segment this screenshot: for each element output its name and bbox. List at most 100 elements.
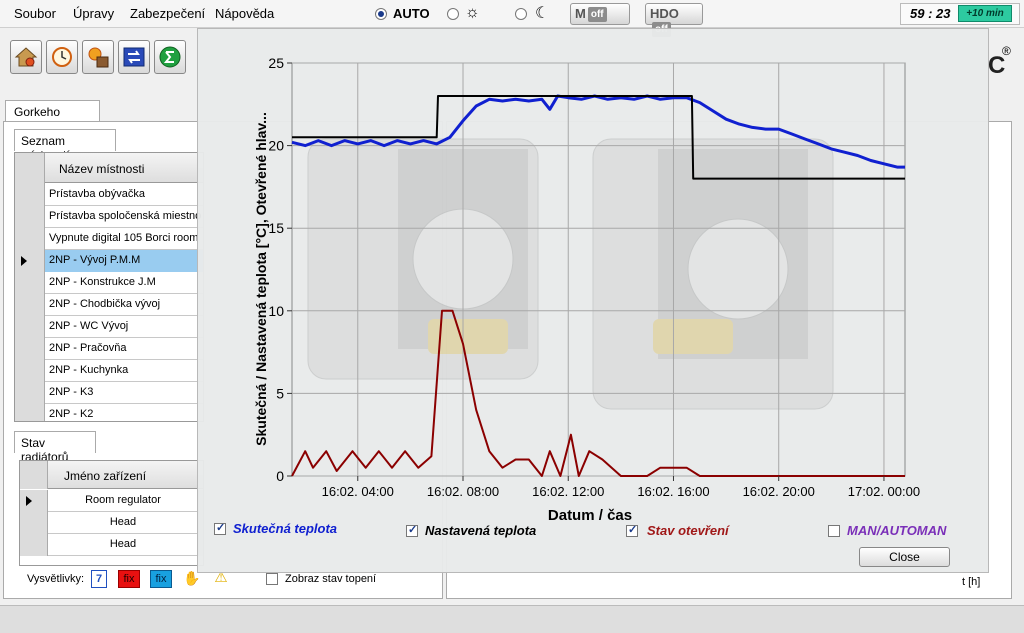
- tab-rooms-list[interactable]: Seznam místností: [14, 129, 116, 162]
- row-indicator: [15, 360, 45, 382]
- row-indicator: [15, 206, 45, 228]
- room-name: 2NP - Chodbička vývoj: [49, 298, 161, 310]
- devices-table: Jméno zařízení Room regulator Head Head: [19, 460, 204, 566]
- room-row[interactable]: 2NP - Pračovňa: [15, 338, 203, 360]
- man-toggle-letter: M: [575, 6, 586, 21]
- moon-icon: ☾: [535, 5, 550, 22]
- mode-moon-radio[interactable]: [515, 8, 527, 20]
- chart-dialog: 0 5 10 15 20 25 16:02. 04:00 16:02. 08:00 16:02.…: [197, 28, 989, 573]
- row-indicator: [15, 228, 45, 250]
- room-name: 2NP - Vývoj P.M.M: [49, 254, 141, 266]
- row-indicator: [15, 338, 45, 360]
- temperature-chart: 0 5 10 15 20 25 16:02. 04:00 16:02. 08:00 16:02.…: [253, 55, 920, 524]
- y-tick-label: 5: [276, 385, 284, 401]
- menu-upravy[interactable]: Úpravy: [73, 6, 114, 21]
- room-row[interactable]: Vypnute digital 105 Borci room: [15, 228, 203, 250]
- series-actual-temp-checkbox[interactable]: [214, 521, 226, 535]
- y-tick-label: 25: [268, 55, 284, 71]
- room-name: 2NP - K3: [49, 386, 94, 398]
- header-corner: [20, 461, 48, 489]
- current-row-arrow-icon: [26, 496, 32, 506]
- sun-icon: ☼: [465, 4, 480, 21]
- room-row[interactable]: 2NP - WC Vývoj: [15, 316, 203, 338]
- row-indicator: [20, 534, 48, 556]
- row-indicator: [15, 272, 45, 294]
- y-tick-label: 0: [276, 468, 284, 484]
- menu-soubor[interactable]: Soubor: [14, 6, 56, 21]
- status-bar: [0, 605, 1024, 633]
- man-toggle[interactable]: Moff: [570, 3, 630, 25]
- header-corner: [15, 153, 45, 183]
- fix-blue-icon: fix: [150, 570, 172, 588]
- rooms-table-header: Název místnosti: [15, 153, 203, 183]
- timer-button[interactable]: [46, 40, 78, 74]
- calendar-7-icon: 7: [91, 570, 107, 588]
- room-row[interactable]: Prístavba spoločenská miestno: [15, 206, 203, 228]
- time-axis-label: t [h]: [962, 576, 981, 588]
- series-man-auto-checkbox[interactable]: [828, 525, 840, 537]
- mode-sun-radio[interactable]: [447, 8, 459, 20]
- devices-column-name: Jméno zařízení: [64, 469, 147, 483]
- room-name: Prístavba spoločenská miestno: [49, 210, 202, 222]
- row-indicator: [15, 294, 45, 316]
- x-tick-label: 16:02. 04:00: [322, 484, 394, 499]
- sum-button[interactable]: [154, 40, 186, 74]
- man-toggle-state: off: [587, 7, 607, 23]
- brand-registered-mark: ®: [1002, 44, 1011, 58]
- show-heating-label: Zobraz stav topení: [285, 573, 377, 585]
- sync-button[interactable]: [118, 40, 150, 74]
- row-indicator: [15, 250, 45, 272]
- add-10-min-button[interactable]: +10 min: [958, 5, 1012, 22]
- series-man-auto-label: MAN/AUTOMAN: [847, 523, 947, 538]
- mode-auto-radio[interactable]: [375, 8, 387, 20]
- row-indicator: [15, 316, 45, 338]
- row-indicator: [15, 404, 45, 421]
- clock: 59 : 23: [910, 6, 951, 21]
- hdo-toggle[interactable]: HDOoff: [645, 3, 703, 38]
- series-actual-temp-label: Skutečná teplota: [233, 521, 338, 536]
- menu-napoveda[interactable]: Nápověda: [215, 6, 274, 21]
- room-name: 2NP - K2: [49, 408, 94, 420]
- weather-button[interactable]: [82, 40, 114, 74]
- y-tick-label: 20: [268, 138, 284, 154]
- room-row[interactable]: 2NP - K2: [15, 404, 203, 421]
- close-button[interactable]: Close: [859, 547, 950, 567]
- show-heating-checkbox[interactable]: [266, 573, 278, 585]
- menu-zabezpeceni[interactable]: Zabezpečení: [130, 6, 205, 21]
- series-set-temp-checkbox[interactable]: [406, 523, 418, 537]
- device-row[interactable]: Room regulator: [20, 490, 203, 512]
- house-gear-icon: [14, 47, 38, 67]
- room-name: 2NP - Pračovňa: [49, 342, 127, 354]
- tab-gorkeho-skalica[interactable]: Gorkeho Skalica: [5, 100, 100, 133]
- menu-bar: Soubor Úpravy Zabezpečení Nápověda AUTO …: [0, 0, 1024, 38]
- device-name: Head: [109, 516, 137, 528]
- room-row[interactable]: 2NP - Kuchynka: [15, 360, 203, 382]
- x-tick-label: 16:02. 20:00: [743, 484, 815, 499]
- house-settings-button[interactable]: [10, 40, 42, 74]
- series-open-state-checkbox[interactable]: [626, 523, 638, 537]
- x-axis-title: Datum / čas: [548, 507, 632, 524]
- sun-house-icon: [88, 47, 109, 68]
- room-row[interactable]: 2NP - K3: [15, 382, 203, 404]
- fix-red-icon: fix: [118, 570, 140, 588]
- current-row-arrow-icon: [21, 256, 27, 266]
- room-name: Vypnute digital 105 Borci room: [49, 232, 199, 244]
- room-row[interactable]: Prístavba obývačka: [15, 184, 203, 206]
- tab-radiator-status[interactable]: Stav radiátorů: [14, 431, 96, 464]
- rooms-column-name: Název místnosti: [59, 162, 145, 176]
- series-open-state-label: Stav otevření: [647, 523, 729, 538]
- room-name: 2NP - Kuchynka: [49, 364, 129, 376]
- sum-icon: [159, 46, 181, 68]
- series-set-temp-label: Nastavená teplota: [425, 523, 537, 538]
- clock-icon: [52, 47, 72, 67]
- y-axis-title: Skutečná / Nastavená teplota [°C], Otevř…: [253, 112, 269, 446]
- device-row[interactable]: Head: [20, 512, 203, 534]
- device-name: Head: [109, 538, 137, 550]
- room-row[interactable]: 2NP - Chodbička vývoj: [15, 294, 203, 316]
- x-tick-label: 16:02. 12:00: [532, 484, 604, 499]
- devices-table-header: Jméno zařízení: [20, 461, 203, 489]
- room-row[interactable]: 2NP - Konstrukce J.M: [15, 272, 203, 294]
- room-row[interactable]: 2NP - Vývoj P.M.M: [15, 250, 203, 272]
- device-row[interactable]: Head: [20, 534, 203, 556]
- device-name: Room regulator: [85, 494, 161, 506]
